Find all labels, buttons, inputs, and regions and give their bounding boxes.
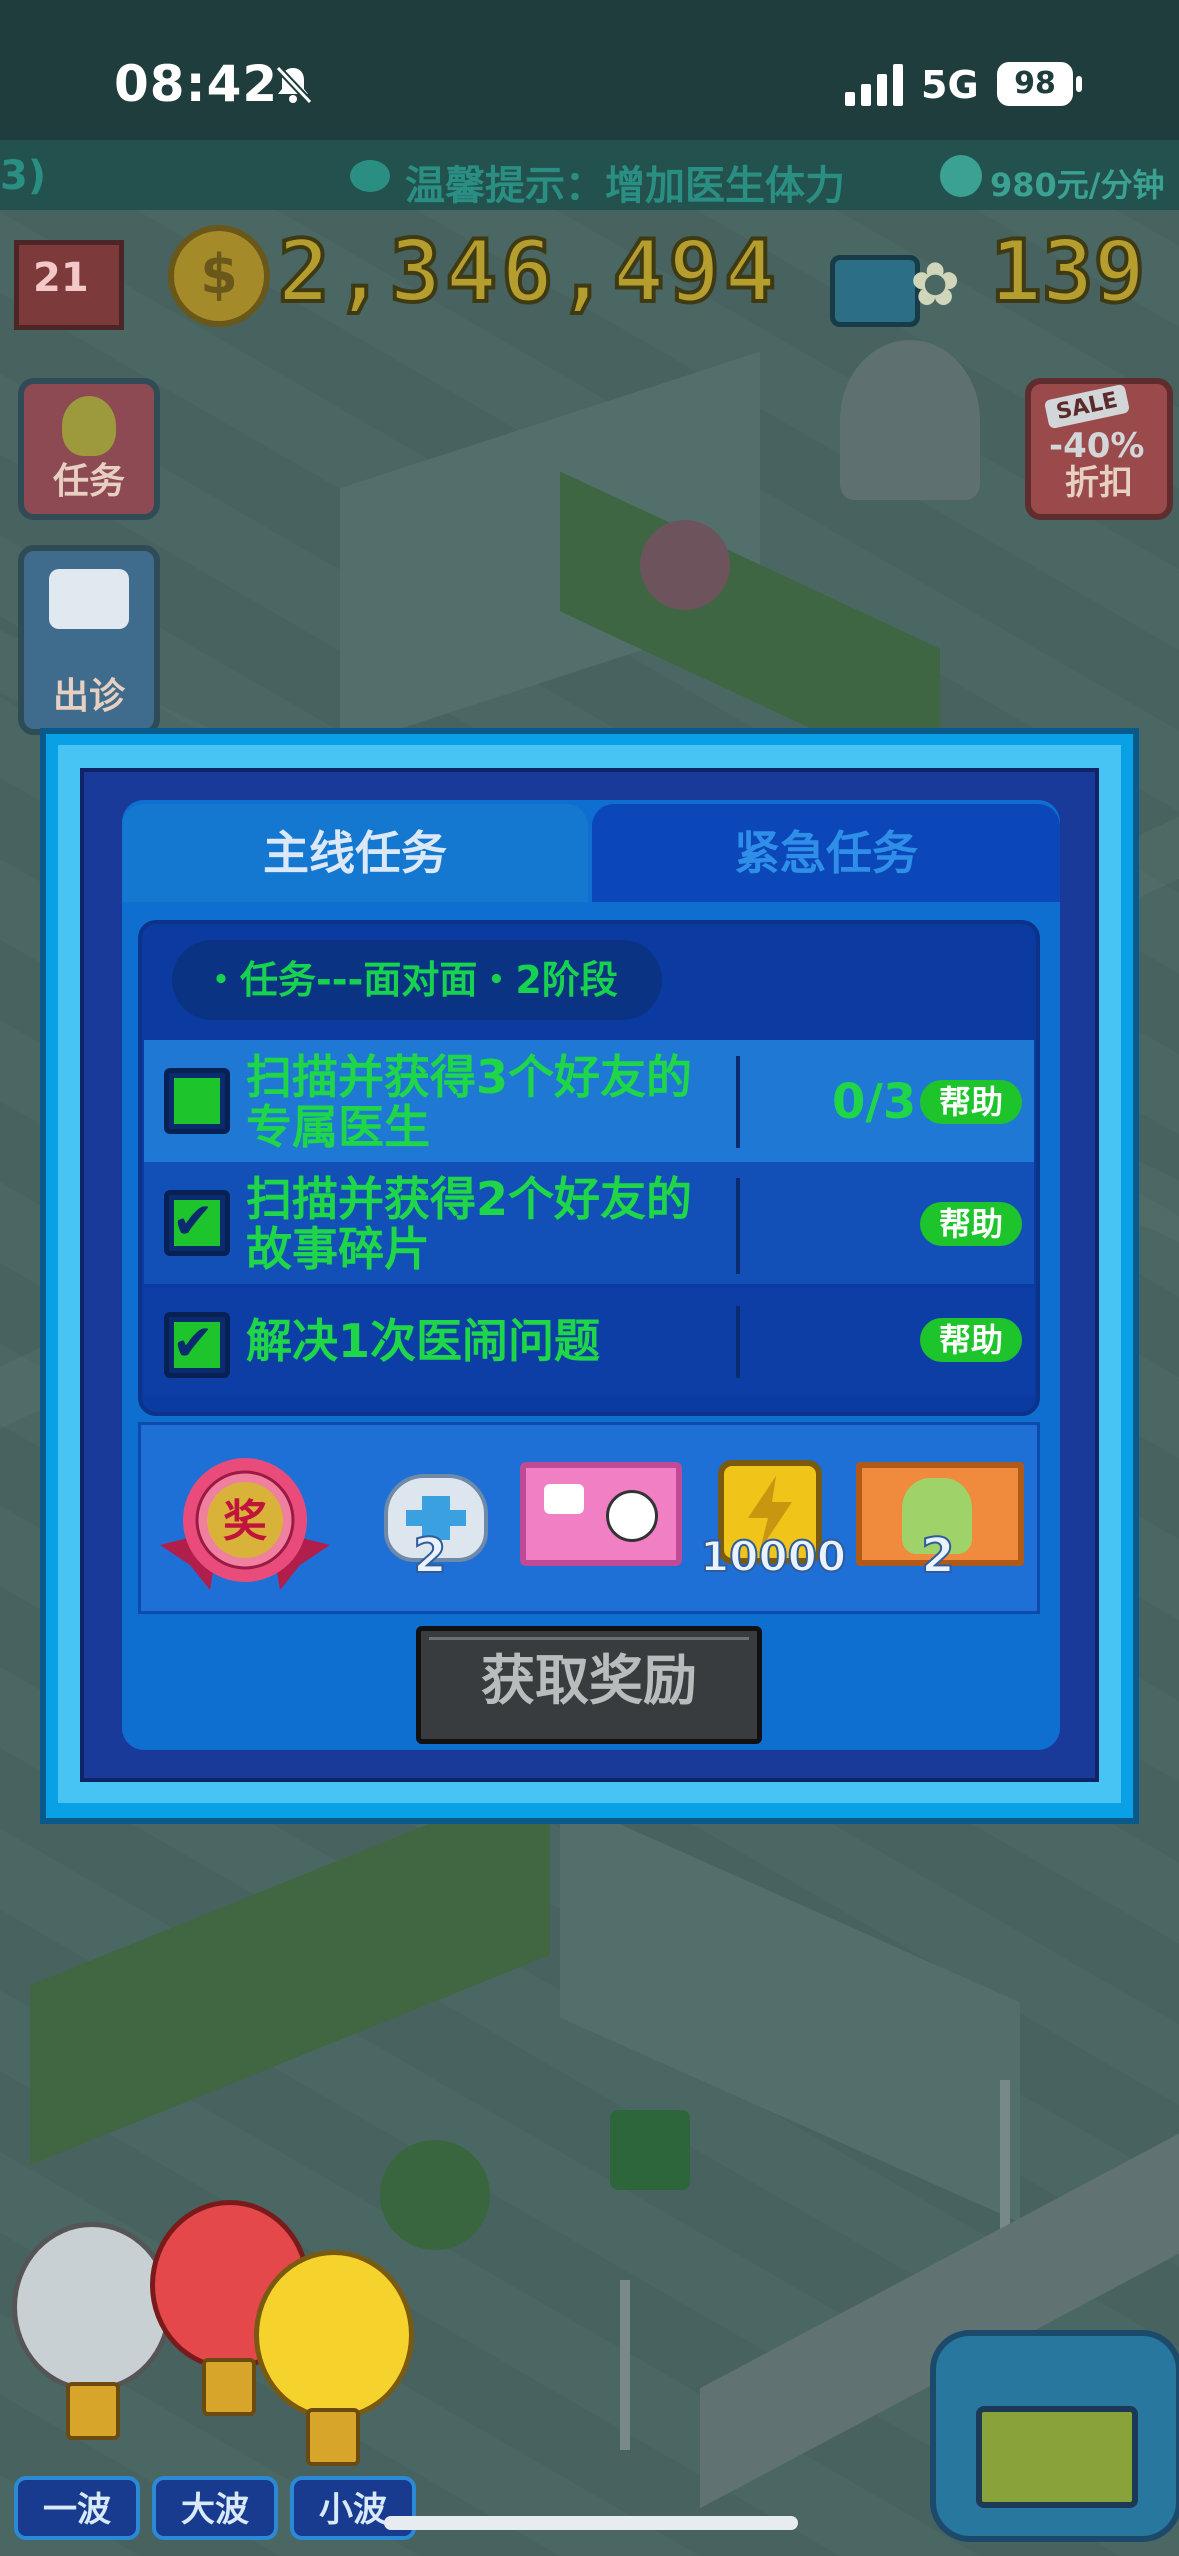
gray-bulb-icon [12,2222,172,2392]
marquee-tip: 温馨提示：增加医生体力 [405,163,845,209]
discount-button[interactable]: SALE -40% 折扣 [1025,378,1173,520]
battery-level: 98 [997,62,1073,106]
tab-main-tasks[interactable]: 主线任务 [122,804,588,902]
calendar-icon[interactable]: 21 [14,240,124,330]
reward-count: 2 [920,1527,955,1585]
task-line: 扫描并获得3个好友的 [246,1050,693,1104]
task-label: 任务 [52,461,125,502]
reward-count: 2 [412,1527,447,1585]
coin-icon: $ [168,225,270,327]
cat-battery-icon[interactable] [930,2330,1179,2542]
clock: 08:42 [114,55,279,113]
task-text: 扫描并获得2个好友的 故事碎片 [246,1174,692,1274]
help-button[interactable]: 帮助 [920,1202,1022,1246]
yellow-bulb-icon [254,2250,414,2420]
wave-button-big[interactable]: 大波 [152,2476,278,2540]
task-checbox: ✔ [164,1312,230,1378]
house-call-label: 出诊 [52,676,125,717]
check-icon: ✔ [172,1192,214,1250]
task-row: 扫描并获得3个好友的 专属医生 0/3 帮助 [144,1040,1034,1162]
task-line: 故事碎片 [246,1222,430,1276]
task-line: 解决1次医闹问题 [246,1314,601,1368]
bulb-screw [306,2408,360,2466]
doctor-card-icon [520,1462,682,1566]
task-checkbox: ✔ [164,1190,230,1256]
tab-urgent-tasks[interactable]: 紧急任务 [592,804,1060,902]
claim-reward-label: 获取奖励 [481,1649,697,1712]
level-number: 21 [33,255,89,301]
reward-medal-icon: 奖 [160,1458,330,1590]
fish-tv-icon[interactable] [830,255,920,327]
sale-tag: SALE [1043,383,1131,430]
piggy-bank-icon [940,155,982,197]
task-checkbox [164,1068,230,1134]
help-button[interactable]: 帮助 [920,1080,1022,1124]
claim-reward-button[interactable]: 获取奖励 [416,1626,762,1744]
add-gems-icon[interactable]: ✿ [910,255,960,315]
task-line: 扫描并获得2个好友的 [246,1172,693,1226]
medal-label: 奖 [223,1496,267,1547]
home-indicator[interactable] [384,2516,798,2530]
gem-counter: 139 [988,220,1147,324]
check-icon: ✔ [172,1314,214,1372]
task-text: 解决1次医闹问题 [246,1316,600,1366]
divider [736,1306,740,1378]
bulb-screw [66,2382,120,2440]
money-counter: 2,346,494 [276,220,780,324]
chat-icon [350,160,390,192]
task-text: 扫描并获得3个好友的 专属医生 [246,1052,692,1152]
task-progress: 0/3 [832,1074,917,1130]
signal-icon [845,64,903,106]
bulb-screw [202,2358,256,2416]
divider [736,1178,740,1274]
wave-button-one[interactable]: 一波 [14,2476,140,2540]
stage-title: ・任务---面对面・2阶段 [172,940,662,1020]
house-call-button[interactable]: 出诊 [18,545,160,735]
marquee-fragment: 3) [0,153,47,199]
reward-count: 10000 [699,1531,847,1582]
income-rate: 980元/分钟 [990,166,1165,204]
ambulance-icon [49,569,129,629]
traffic-light-icon [62,396,116,456]
help-button[interactable]: 帮助 [920,1318,1022,1362]
wave-button-small[interactable]: 小波 [290,2476,416,2540]
task-row: ✔ 扫描并获得2个好友的 故事碎片 帮助 [144,1162,1034,1284]
task-line: 专属医生 [246,1100,430,1154]
tip-marquee: 3) 温馨提示：增加医生体力 980元/分钟 [0,140,1179,210]
task-button[interactable]: 任务 [18,378,160,520]
bell-muted-icon [275,65,313,105]
network-type: 5G [921,63,979,107]
divider [736,1056,740,1148]
discount-label: 折扣 [1065,463,1133,503]
battery-cap [1076,76,1082,92]
task-row: ✔ 解决1次医闹问题 帮助 [144,1288,1034,1396]
